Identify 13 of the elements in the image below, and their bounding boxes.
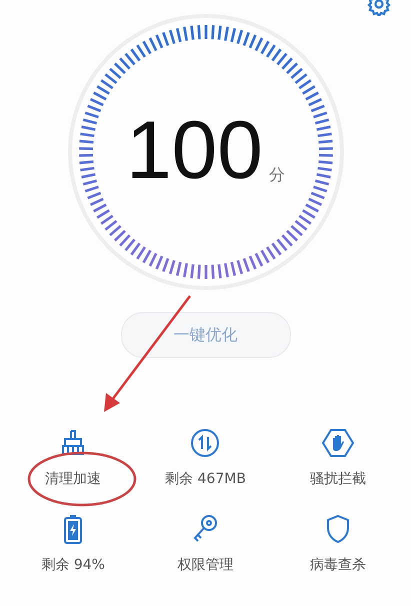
up-down-arrows-icon xyxy=(190,428,220,458)
score-value: 100 xyxy=(126,110,263,192)
score-unit: 分 xyxy=(268,165,285,186)
tool-tile[interactable]: 剩余 94% xyxy=(7,514,140,574)
shield-icon xyxy=(324,514,351,544)
battery-icon xyxy=(63,514,84,544)
tool-tile[interactable]: 病毒查杀 xyxy=(272,514,404,574)
tool-tile[interactable]: 骚扰拦截 xyxy=(272,428,404,488)
key-icon xyxy=(191,514,220,544)
hand-icon xyxy=(322,428,354,458)
tool-tile[interactable]: 剩余 467MB xyxy=(139,428,272,488)
tool-tile[interactable]: 清理加速 xyxy=(7,428,140,488)
tool-tile[interactable]: 权限管理 xyxy=(139,514,272,574)
